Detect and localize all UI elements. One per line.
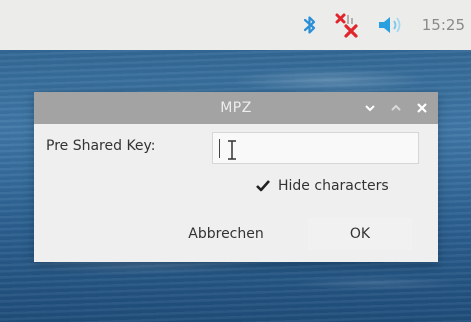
chevron-up-icon[interactable] — [390, 102, 402, 114]
chevron-down-icon[interactable] — [364, 102, 376, 114]
ok-button[interactable]: OK — [308, 218, 412, 250]
text-caret — [219, 139, 220, 158]
network-disconnected-icon[interactable] — [334, 12, 360, 38]
dialog-title: MPZ — [220, 100, 252, 116]
close-icon[interactable] — [416, 102, 428, 114]
window-controls — [364, 92, 428, 124]
text-cursor-icon — [227, 140, 237, 164]
psk-label: Pre Shared Key: — [46, 138, 156, 154]
volume-icon[interactable] — [376, 14, 406, 36]
psk-dialog: MPZ Pre Shared Key: Hide characters Abbr… — [34, 92, 438, 262]
cancel-button[interactable]: Abbrechen — [174, 218, 278, 250]
checkmark-icon[interactable] — [256, 179, 270, 193]
dialog-titlebar[interactable]: MPZ — [34, 92, 438, 124]
system-tray: 15:25 — [302, 12, 465, 38]
taskbar: 15:25 — [0, 0, 471, 50]
bluetooth-icon[interactable] — [302, 13, 318, 37]
psk-input[interactable] — [212, 132, 419, 164]
clock[interactable]: 15:25 — [422, 16, 465, 34]
dialog-body: Pre Shared Key: Hide characters Abbreche… — [34, 124, 438, 262]
hide-characters-label: Hide characters — [278, 178, 389, 194]
hide-characters-toggle[interactable]: Hide characters — [256, 178, 389, 194]
